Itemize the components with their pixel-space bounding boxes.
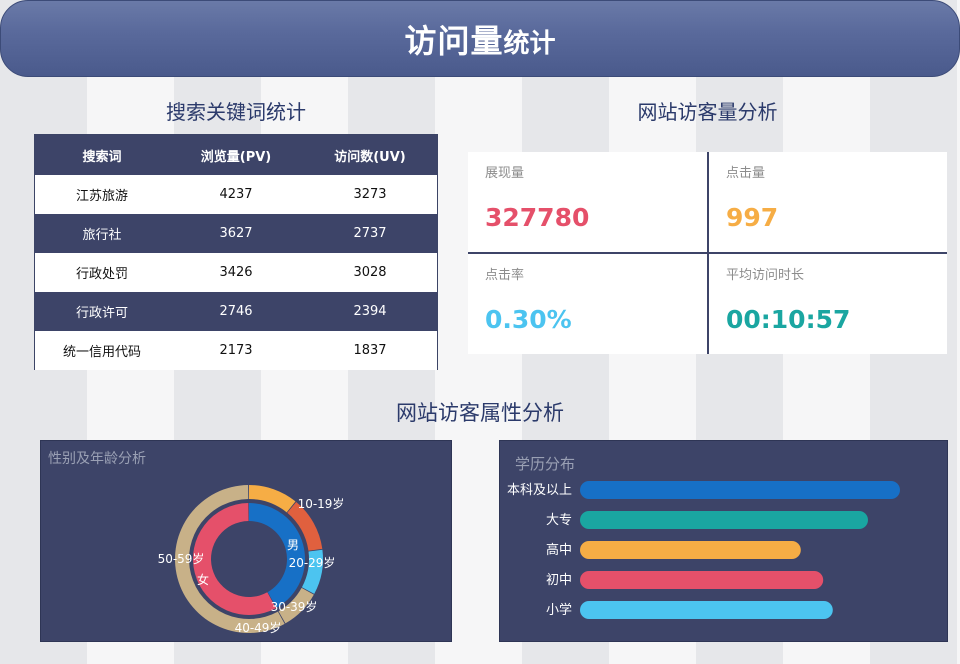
table-header: 搜索词 浏览量(PV) 访问数(UV)	[35, 135, 437, 175]
keyword-section-title: 搜索关键词统计	[166, 100, 306, 124]
table-cell: 统一信用代码	[62, 345, 141, 360]
table-cell: 行政处罚	[75, 267, 128, 282]
column-header: 搜索词	[82, 149, 122, 165]
table-row: 江苏旅游 4237 3273	[35, 175, 437, 214]
table-cell: 3028	[353, 265, 387, 280]
table-cell: 2746	[219, 304, 253, 319]
age-label: 20-29岁	[289, 555, 336, 570]
education-bar	[580, 511, 868, 529]
column-header: 浏览量(PV)	[200, 149, 272, 165]
stat-value: 0.30%	[485, 305, 572, 334]
page-banner: 访问量 统计	[0, 0, 960, 77]
stat-label: 展现量	[485, 166, 525, 181]
stat-value: 327780	[485, 203, 590, 232]
grid-divider-horizontal	[468, 252, 947, 254]
stat-value: 00:10:57	[726, 305, 851, 334]
stat-avg-duration: 平均访问时长 00:10:57	[709, 254, 948, 354]
table-row: 旅行社 3627 2737	[35, 214, 437, 253]
education-bar	[580, 481, 900, 499]
table-row: 行政处罚 3426 3028	[35, 253, 437, 292]
page-title: 访问量	[404, 21, 504, 60]
education-panel: 学历分布 本科及以上 大专 高中 初中 小学	[499, 440, 948, 642]
age-label: 40-49岁	[235, 620, 282, 635]
table-cell: 2394	[353, 304, 387, 319]
table-row: 行政许可 2746 2394	[35, 292, 437, 331]
stat-click-rate: 点击率 0.30%	[468, 254, 707, 354]
gender-age-panel: 性别及年龄分析 10-19岁男 20-29岁 30-39岁 40-49岁 50-59岁女	[40, 440, 452, 642]
stat-impressions: 展现量 327780	[468, 152, 707, 252]
gender-age-donut-chart: 10-19岁男 20-29岁 30-39岁 40-49岁 50-59岁女	[158, 485, 345, 635]
bar-category-label: 小学	[546, 602, 572, 618]
page-title-suffix: 统计	[503, 29, 556, 59]
table-cell: 3426	[219, 265, 253, 280]
stat-label: 点击量	[726, 166, 766, 181]
table-cell: 江苏旅游	[75, 189, 128, 204]
table-cell: 行政许可	[75, 306, 128, 321]
age-label: 30-39岁	[271, 599, 318, 614]
stat-label: 点击率	[485, 268, 525, 283]
attributes-section-title: 网站访客属性分析	[396, 401, 564, 425]
stat-label: 平均访问时长	[726, 268, 805, 283]
education-bar	[580, 601, 833, 619]
visitor-section-title: 网站访客量分析	[637, 100, 778, 124]
education-bar-chart: 本科及以上大专高中初中小学	[507, 481, 900, 619]
stat-value: 997	[726, 203, 779, 232]
table-cell: 3627	[219, 226, 253, 241]
table-cell: 1837	[353, 343, 387, 358]
table-cell: 旅行社	[82, 228, 122, 243]
age-label: 50-59岁	[158, 551, 205, 566]
bar-category-label: 大专	[546, 513, 572, 528]
education-bar	[580, 571, 824, 589]
column-header: 访问数(UV)	[334, 149, 406, 165]
table-cell: 3273	[353, 187, 387, 202]
table-row: 统一信用代码 2173 1837	[35, 331, 437, 370]
table-cell: 2173	[219, 343, 253, 358]
table-cell: 4237	[219, 187, 253, 202]
gender-label: 女	[197, 572, 209, 587]
age-label: 10-19岁	[298, 496, 345, 511]
stat-clicks: 点击量 997	[709, 152, 948, 252]
bar-category-label: 本科及以上	[507, 483, 572, 498]
education-bar	[580, 541, 801, 559]
bar-category-label: 初中	[546, 573, 572, 588]
visitor-stats-grid: 展现量 327780 点击量 997 点击率 0.30% 平均访问时长 00:1…	[468, 152, 947, 354]
keyword-table: 搜索词 浏览量(PV) 访问数(UV) 江苏旅游 4237 3273 旅行社 3…	[34, 134, 438, 370]
table-cell: 2737	[353, 226, 387, 241]
gender-label: 男	[287, 538, 299, 552]
bar-category-label: 高中	[546, 542, 572, 558]
